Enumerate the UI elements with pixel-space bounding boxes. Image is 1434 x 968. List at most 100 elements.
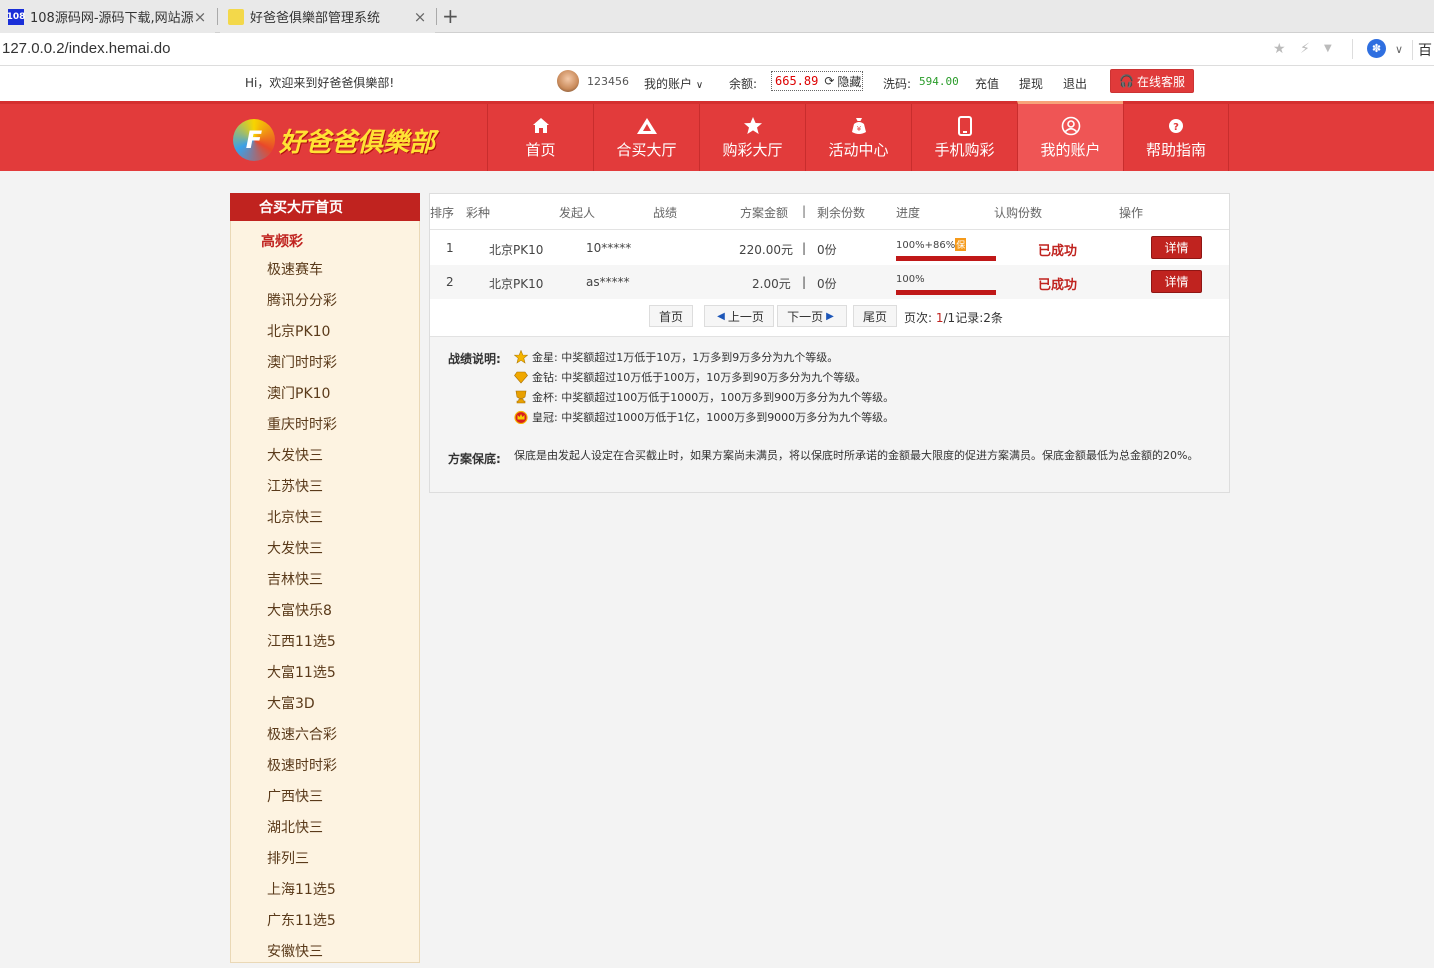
moneybag-icon: ¥	[849, 115, 869, 137]
welcome-text: Hi，欢迎来到好爸爸俱樂部!	[245, 76, 395, 90]
sidebar-item[interactable]: 澳门时时彩	[231, 348, 419, 379]
status-badge: 已成功	[1038, 244, 1078, 259]
nav-item-help[interactable]: ? 帮助指南	[1123, 104, 1229, 171]
balance-box: 665.89 ⟳ 隐藏	[771, 71, 863, 91]
baidu-text[interactable]: 百	[1418, 40, 1432, 60]
first-page-button[interactable]: 首页	[649, 305, 693, 327]
bookmark-star-icon[interactable]: ★	[1273, 41, 1286, 57]
col-rank: 排序	[430, 206, 455, 220]
nav-item-lottery-hall[interactable]: 购彩大厅	[699, 104, 805, 171]
paw-search-icon[interactable]: ✽	[1367, 39, 1386, 58]
col-record: 战绩	[653, 206, 678, 220]
legend-item: 金杯: 中奖额超过100万低于1000万，100万多到900万多分为九个等级。	[514, 389, 894, 405]
headset-icon: 🎧	[1119, 74, 1134, 88]
sidebar-item[interactable]: 极速六合彩	[231, 720, 419, 751]
page-total: /1	[943, 311, 956, 325]
browser-tab-2[interactable]: 好爸爸俱樂部管理系统 ×	[220, 0, 435, 33]
chevron-down-icon[interactable]: ∨	[1395, 43, 1403, 56]
sidebar: 合买大厅首页 高频彩 极速赛车 腾讯分分彩 北京PK10 澳门时时彩 澳门PK10 重庆时…	[230, 193, 420, 963]
nav-item-group-buy[interactable]: 合买大厅	[593, 104, 699, 171]
sidebar-item[interactable]: 江西11选5	[231, 627, 419, 658]
logout-link[interactable]: 退出	[1063, 75, 1087, 92]
sidebar-item[interactable]: 北京PK10	[231, 317, 419, 348]
sidebar-item[interactable]: 大发快三	[231, 441, 419, 472]
dropdown-icon[interactable]: ▼	[1324, 43, 1332, 54]
svg-text:¥: ¥	[856, 125, 861, 133]
progress-cell: 100%	[896, 271, 996, 295]
sidebar-item[interactable]: 澳门PK10	[231, 379, 419, 410]
close-tab-icon[interactable]: ×	[193, 8, 207, 26]
close-tab-icon[interactable]: ×	[413, 8, 427, 26]
next-label: 下一页	[787, 309, 824, 324]
col-game: 彩种	[466, 206, 491, 220]
cell-remain: 0份	[817, 277, 837, 291]
detail-button[interactable]: 详情	[1151, 270, 1202, 293]
nav-item-activity[interactable]: ¥ 活动中心	[805, 104, 911, 171]
sidebar-item[interactable]: 极速时时彩	[231, 751, 419, 782]
sidebar-category[interactable]: 高频彩	[231, 221, 419, 255]
address-bar: 127.0.0.2/index.hemai.do ★ ⚡ ▼ ✽ ∨ 百	[0, 33, 1434, 66]
legend-text: 金杯: 中奖额超过100万低于1000万，100万多到900万多分为九个等级。	[532, 391, 895, 404]
browser-tab-1[interactable]: 108 108源码网-源码下载,网站源码 ×	[0, 0, 215, 33]
avatar[interactable]	[557, 70, 579, 92]
cell-starter: 10*****	[586, 241, 632, 255]
nav-label: 我的账户	[1040, 141, 1101, 159]
sidebar-item[interactable]: 湖北快三	[231, 813, 419, 844]
my-account-link[interactable]: 我的账户 ∨	[644, 75, 703, 92]
sidebar-item[interactable]: 腾讯分分彩	[231, 286, 419, 317]
sidebar-item[interactable]: 大富3D	[231, 689, 419, 720]
username: 123456	[587, 75, 629, 88]
sidebar-item[interactable]: 排列三	[231, 844, 419, 875]
sidebar-item[interactable]: 极速赛车	[231, 255, 419, 286]
col-amount: 方案金额	[740, 206, 789, 220]
records-label: 记录:	[955, 311, 984, 325]
prev-label: 上一页	[727, 309, 764, 324]
sidebar-item[interactable]: 广西快三	[231, 782, 419, 813]
crown-icon	[514, 410, 528, 425]
cell-rank: 1	[446, 241, 454, 255]
col-subscribe: 认购份数	[994, 206, 1043, 220]
cell-game: 北京PK10	[489, 277, 544, 291]
online-service-button[interactable]: 🎧 在线客服	[1110, 69, 1194, 93]
nav-label: 首页	[525, 141, 556, 159]
progress-text: 100%	[896, 274, 925, 285]
nav-label: 购彩大厅	[722, 141, 783, 159]
new-tab-icon[interactable]: +	[442, 4, 459, 28]
withdraw-link[interactable]: 提现	[1019, 75, 1043, 92]
sidebar-item[interactable]: 大富11选5	[231, 658, 419, 689]
nav-label: 合买大厅	[616, 141, 677, 159]
detail-button[interactable]: 详情	[1151, 236, 1202, 259]
sidebar-head[interactable]: 合买大厅首页	[230, 193, 420, 221]
cell-starter: as*****	[586, 275, 630, 289]
sidebar-item[interactable]: 重庆时时彩	[231, 410, 419, 441]
sidebar-item[interactable]: 广东11选5	[231, 906, 419, 937]
site-logo[interactable]: F 好爸爸俱樂部	[233, 118, 435, 162]
nav-item-my-account[interactable]: 我的账户	[1017, 101, 1123, 171]
divider	[1352, 39, 1353, 59]
tab-favicon-icon: 108	[7, 8, 25, 25]
recharge-link[interactable]: 充值	[975, 75, 999, 92]
url-field[interactable]: 127.0.0.2/index.hemai.do	[2, 40, 170, 57]
lightning-icon[interactable]: ⚡	[1300, 41, 1310, 57]
progress-bar	[896, 256, 996, 261]
prev-page-button[interactable]: ◀ 上一页	[704, 305, 774, 327]
sidebar-item[interactable]: 安徽快三	[231, 937, 419, 968]
hide-balance-link[interactable]: 隐藏	[837, 73, 861, 90]
sidebar-item[interactable]: 北京快三	[231, 503, 419, 534]
progress-cell: 100%+86%保	[896, 237, 996, 261]
nav-item-mobile[interactable]: 手机购彩	[911, 104, 1017, 171]
main-nav: F 好爸爸俱樂部 首页 合买大厅 购彩大厅 ¥ 活动中心 手机购彩 我的账户 ?…	[0, 101, 1434, 171]
chevron-down-icon: ∨	[695, 80, 704, 91]
sidebar-item[interactable]: 大发快三	[231, 534, 419, 565]
sidebar-item[interactable]: 上海11选5	[231, 875, 419, 906]
progress-bar	[896, 290, 996, 295]
refresh-icon[interactable]: ⟳	[824, 74, 834, 88]
svg-text:?: ?	[1173, 122, 1179, 133]
sidebar-item[interactable]: 大富快乐8	[231, 596, 419, 627]
sidebar-item[interactable]: 江苏快三	[231, 472, 419, 503]
sidebar-item[interactable]: 吉林快三	[231, 565, 419, 596]
last-page-button[interactable]: 尾页	[853, 305, 897, 327]
guarantee-text: 保底是由发起人设定在合买截止时，如果方案尚未满员，将以保底时所承诺的金额最大限度…	[514, 449, 1199, 462]
nav-item-home[interactable]: 首页	[487, 104, 593, 171]
next-page-button[interactable]: 下一页 ▶	[777, 305, 847, 327]
